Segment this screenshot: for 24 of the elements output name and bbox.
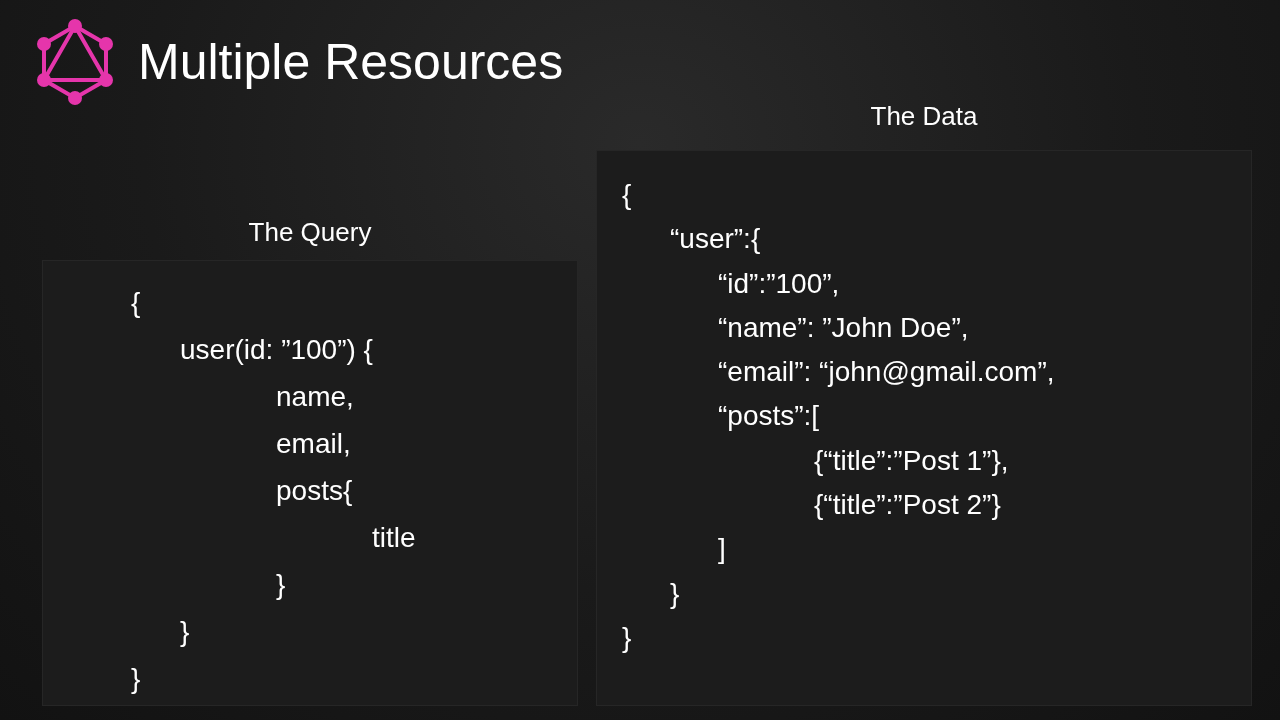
code-line: “user”:{ (670, 223, 761, 255)
code-line: } (670, 577, 680, 609)
slide-title: Multiple Resources (138, 33, 564, 91)
panel-heading: The Data (870, 101, 978, 132)
code-line: { (622, 179, 632, 210)
panel-heading: The Query (248, 217, 372, 248)
code-line: {“title”:”Post 1”}, (814, 444, 1009, 476)
code-line: “name”: ”John Doe”, (718, 311, 969, 343)
code-line: user(id: ”100”) { (180, 334, 373, 365)
code-line: email, (276, 428, 351, 459)
code-line: “id”:”100”, (718, 267, 840, 299)
code-line: “posts”:[ (718, 400, 820, 432)
logo-icon (34, 17, 116, 107)
code-line: ] (718, 533, 726, 565)
code-line: } (131, 663, 141, 694)
code-line: } (276, 569, 286, 600)
code-line: “email”: “john@gmail.com”, (718, 356, 1055, 388)
code-line: {“title”:”Post 2”} (814, 489, 1001, 521)
code-line: } (622, 621, 632, 653)
code-line: title (372, 522, 416, 553)
code-line: posts{ (276, 475, 353, 506)
code-line: { (131, 287, 141, 318)
code-line: name, (276, 381, 354, 412)
code-line: } (180, 616, 190, 647)
